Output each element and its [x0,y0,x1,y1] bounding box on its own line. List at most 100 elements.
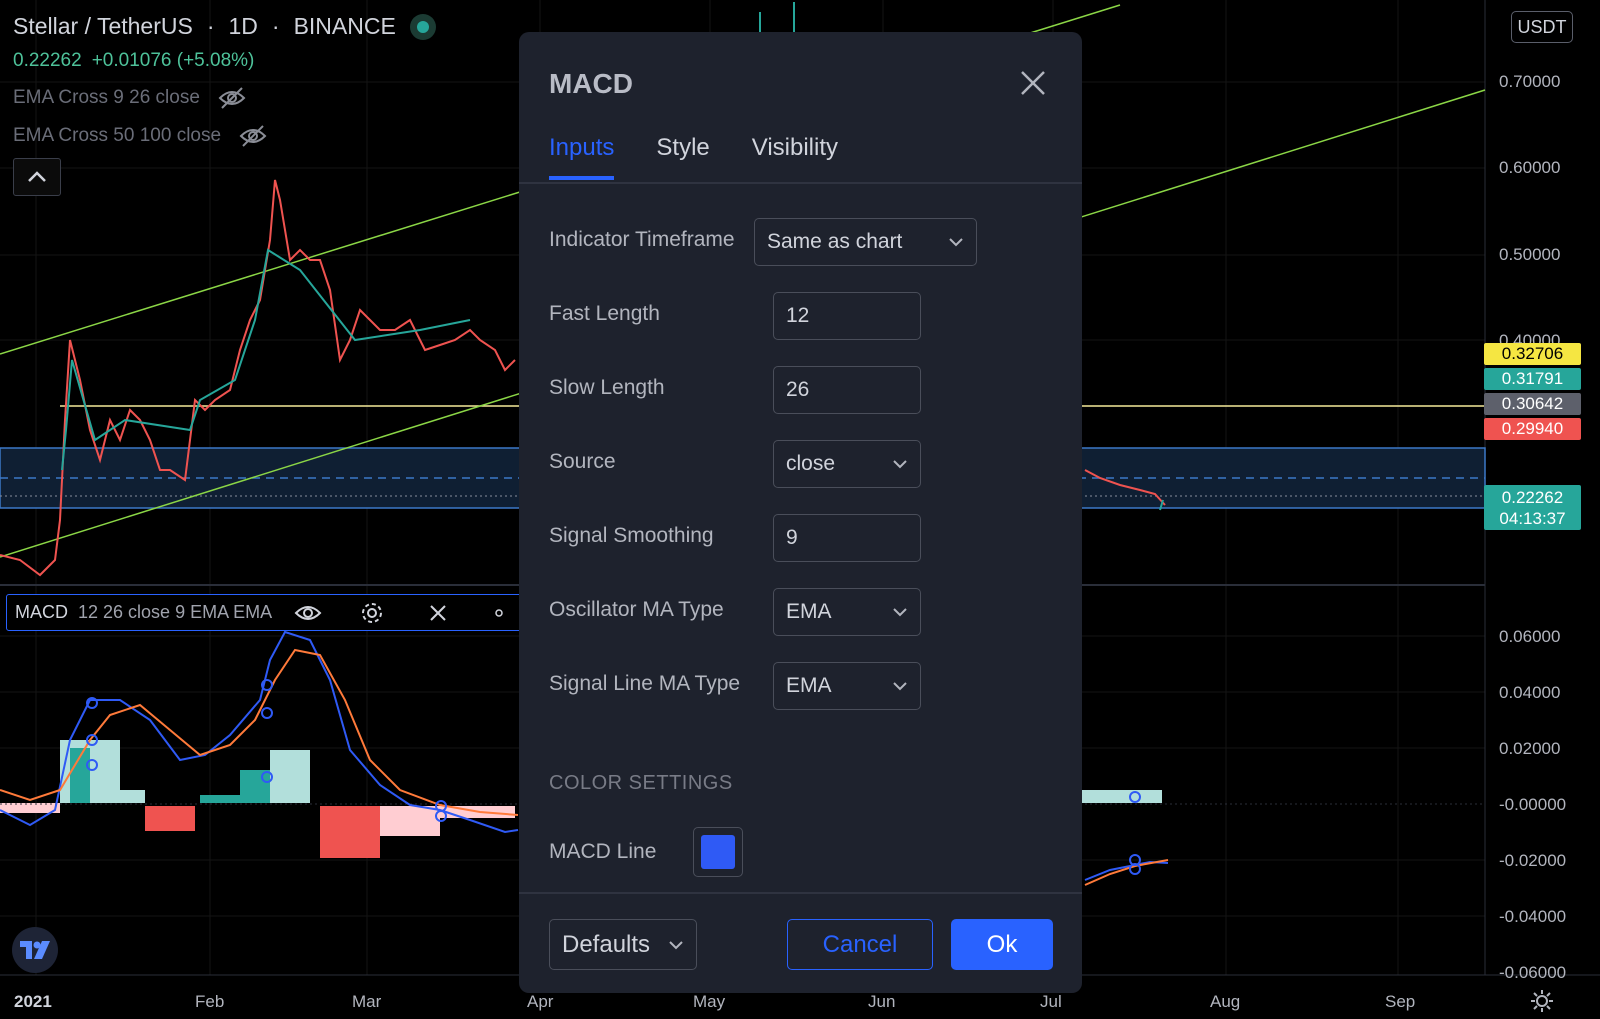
gear-icon[interactable] [360,601,384,625]
field-label: Fast Length [549,302,660,325]
price-tag: 0.30642 [1484,393,1581,415]
tradingview-logo[interactable] [12,927,58,973]
field-label: Signal Smoothing [549,524,714,547]
time-axis-label: Jul [1040,992,1062,1011]
more-icon[interactable] [494,603,504,623]
source-select[interactable]: close [773,440,921,488]
eye-icon[interactable] [294,603,322,623]
dialog-close-button[interactable] [1016,66,1050,100]
macd-line-color-button[interactable] [693,827,743,877]
price-axis-label: 0.70000 [1499,72,1561,91]
collapse-legend-button[interactable] [13,158,61,196]
select-value: EMA [786,674,832,697]
bar-countdown: 04:13:37 [1499,508,1566,528]
time-axis-label: May [693,992,726,1011]
color-swatch [701,835,735,869]
indicator-legend-2[interactable]: EMA Cross 50 100 close [13,122,436,150]
field-label: Oscillator MA Type [549,598,724,621]
chevron-down-icon [893,682,907,691]
field-label: Indicator Timeframe [549,228,735,251]
dialog-title: MACD [549,68,633,99]
indicator-settings-dialog: MACD Inputs Style Visibility Indicator T… [519,32,1082,993]
color-settings-heading: COLOR SETTINGS [549,772,733,794]
price-tag: 0.32706 [1484,343,1581,365]
select-value: Same as chart [767,230,903,253]
defaults-dropdown[interactable]: Defaults [549,919,697,970]
symbol-dot: · [271,13,280,39]
macd-axis-label: 0.04000 [1499,683,1561,702]
indicator-label: EMA Cross 9 26 close [13,87,200,108]
tab-visibility[interactable]: Visibility [752,134,838,180]
macd-axis-label: 0.02000 [1499,739,1561,758]
timeframe-select[interactable]: Same as chart [754,218,977,266]
price-tag: 0.29940 [1484,418,1581,440]
chevron-down-icon [669,940,683,949]
ok-button[interactable]: Ok [951,919,1053,970]
chart-settings-icon[interactable] [1530,989,1554,1018]
select-value: close [786,452,836,475]
cancel-button[interactable]: Cancel [787,919,933,970]
slow-length-row: Slow Length [549,376,665,400]
symbol-dot: · [206,13,215,39]
time-axis-label: Feb [195,992,225,1011]
eye-hidden-icon[interactable] [239,124,267,148]
exchange: BINANCE [293,13,396,39]
signal-smoothing-input[interactable]: 9 [773,514,921,562]
footer-divider [519,892,1082,894]
macd-axis-label: -0.06000 [1499,963,1567,982]
signal-ma-row: Signal Line MA Type [549,672,740,696]
indicator-label: EMA Cross 50 100 close [13,125,222,146]
macd-axis-label: -0.04000 [1499,907,1567,926]
macd-legend-name: MACD [15,602,68,622]
tv-logo-icon [20,941,50,959]
price-tag: 0.31791 [1484,368,1581,390]
field-label: Signal Line MA Type [549,672,741,695]
symbol-header: Stellar / TetherUS · 1D · BINANCE 0.2226… [13,13,436,150]
close-icon[interactable] [428,603,448,623]
macd-axis-label: 0.06000 [1499,627,1561,646]
tab-style[interactable]: Style [656,134,709,180]
last-price-tag: 0.22262 04:13:37 [1484,485,1581,530]
macd-axis-label: -0.02000 [1499,851,1567,870]
indicator-legend-1[interactable]: EMA Cross 9 26 close [13,84,436,112]
time-axis-label: Mar [352,992,382,1011]
time-axis-label: Sep [1385,992,1416,1011]
slow-length-input[interactable]: 26 [773,366,921,414]
field-label: Source [549,450,616,473]
input-value: 12 [786,304,810,327]
fast-length-input[interactable]: 12 [773,292,921,340]
time-axis-label: Aug [1210,992,1241,1011]
currency-button[interactable]: USDT [1511,11,1573,43]
input-value: 26 [786,378,810,401]
price-axis-label: 0.50000 [1499,245,1561,264]
macd-legend-params: 12 26 close 9 EMA EMA [78,602,273,622]
input-value: 9 [786,526,798,549]
macd-line-row: MACD Line [549,840,656,864]
time-axis-label: 2021 [14,992,52,1011]
chevron-down-icon [893,460,907,469]
macd-axis-label: -0.00000 [1499,795,1567,814]
chevron-down-icon [893,608,907,617]
price-change: +0.01076 (+5.08%) [91,50,255,71]
interval[interactable]: 1D [229,13,258,40]
dialog-tabs: Inputs Style Visibility [549,134,838,180]
tabs-divider [519,182,1082,184]
time-axis-label: Jun [868,992,896,1011]
oscillator-ma-row: Oscillator MA Type [549,598,724,622]
last-price-value: 0.22262 [1501,487,1564,507]
oscillator-ma-select[interactable]: EMA [773,588,921,636]
field-label: MACD Line [549,840,657,863]
close-icon [1021,71,1045,95]
macd-legend[interactable]: MACD 12 26 close 9 EMA EMA [6,594,526,631]
last-price: 0.22262 [13,50,82,71]
fast-length-row: Fast Length [549,302,660,326]
field-label: Slow Length [549,376,665,399]
eye-hidden-icon[interactable] [218,86,246,110]
price-axis-label: 0.60000 [1499,158,1561,177]
signal-ma-select[interactable]: EMA [773,662,921,710]
timeframe-row: Indicator Timeframe [549,228,735,252]
tab-inputs[interactable]: Inputs [549,134,615,180]
symbol-name[interactable]: Stellar / TetherUS [13,13,193,40]
signal-smoothing-row: Signal Smoothing [549,524,714,548]
chevron-up-icon [28,171,46,182]
